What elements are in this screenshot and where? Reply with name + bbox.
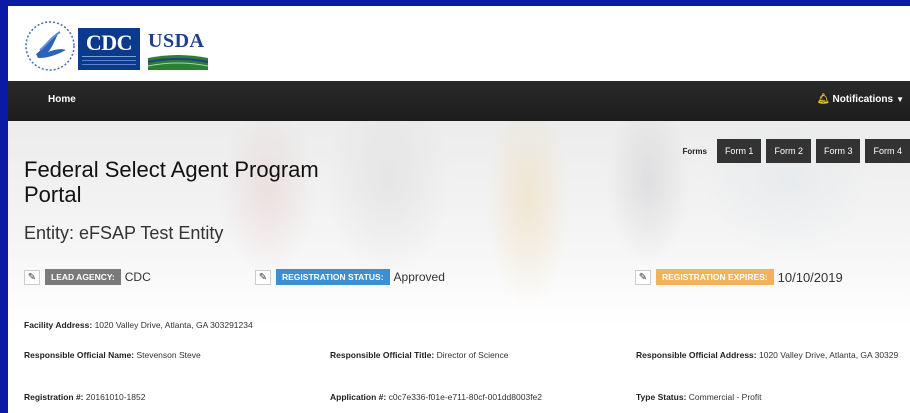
logo-bar: CDC USDA [8, 6, 910, 81]
lead-agency-row: ✎ LEAD AGENCY: CDC [24, 269, 151, 285]
forms-toolbar: Forms Form 1 Form 2 Form 3 Form 4 [682, 139, 910, 163]
facility-address-value: 1020 Valley Drive, Atlanta, GA 303291234 [94, 320, 253, 330]
facility-address-label: Facility Address: [24, 320, 93, 330]
cdc-logo-tagline [82, 56, 136, 67]
page-title: Federal Select Agent Program Portal [24, 157, 319, 207]
hero-section: Forms Form 1 Form 2 Form 3 Form 4 Federa… [8, 121, 910, 413]
edit-registration-status-pencil-icon[interactable]: ✎ [255, 269, 271, 285]
cdc-logo[interactable]: CDC [78, 28, 140, 70]
nav-home-link[interactable]: Home [48, 94, 76, 105]
ro-title-label: Responsible Official Title: [330, 350, 435, 360]
usda-field-icon [148, 55, 208, 70]
ro-address-field: Responsible Official Address: 1020 Valle… [636, 349, 906, 361]
usda-logo[interactable]: USDA [148, 30, 208, 70]
hhs-eagle-seal-icon [25, 21, 75, 71]
application-number-label: Application #: [330, 392, 387, 402]
type-status-label: Type Status: [636, 392, 687, 402]
registration-number-label: Registration #: [24, 392, 84, 402]
form-4-button[interactable]: Form 4 [865, 139, 910, 163]
type-status-value: Commercial - Profit [688, 392, 762, 402]
ro-address-value: 1020 Valley Drive, Atlanta, GA 30329 [758, 350, 899, 360]
forms-label: Forms [682, 146, 707, 156]
ro-title-value: Director of Science [436, 350, 509, 360]
notifications-dropdown[interactable]: 🔔︎ Notifications ▼ [817, 94, 904, 105]
lead-agency-badge: LEAD AGENCY: [45, 269, 121, 285]
facility-address-field: Facility Address: 1020 Valley Drive, Atl… [24, 319, 253, 331]
bell-icon: 🔔︎ [816, 94, 830, 105]
lead-agency-value: CDC [124, 270, 151, 284]
registration-number-value: 20161010-1852 [85, 392, 146, 402]
top-navbar: Home 🔔︎ Notifications ▼ [8, 81, 910, 121]
cdc-logo-text: CDC [85, 30, 133, 55]
type-status-field: Type Status: Commercial - Profit [636, 391, 762, 403]
edit-registration-expires-pencil-icon[interactable]: ✎ [635, 269, 651, 285]
chevron-down-icon: ▼ [896, 95, 904, 104]
form-3-button[interactable]: Form 3 [815, 139, 861, 163]
entity-heading: Entity: eFSAP Test Entity [24, 223, 224, 243]
portal-window: CDC USDA Home 🔔︎ Notifications ▼ Forms For… [8, 6, 910, 413]
registration-number-field: Registration #: 20161010-1852 [24, 391, 145, 403]
registration-status-badge: REGISTRATION STATUS: [276, 269, 390, 285]
registration-status-row: ✎ REGISTRATION STATUS: Approved [255, 269, 445, 285]
ro-name-label: Responsible Official Name: [24, 350, 135, 360]
ro-title-field: Responsible Official Title: Director of … [330, 349, 508, 361]
notifications-label: Notifications [832, 94, 894, 105]
form-1-button[interactable]: Form 1 [716, 139, 762, 163]
form-2-button[interactable]: Form 2 [766, 139, 811, 163]
registration-status-value: Approved [393, 270, 445, 284]
ro-name-field: Responsible Official Name: Stevenson Ste… [24, 349, 201, 361]
application-number-value: c0c7e336-f01e-e711-80cf-001dd8003fe2 [388, 392, 543, 402]
edit-lead-agency-pencil-icon[interactable]: ✎ [24, 269, 40, 285]
ro-address-label: Responsible Official Address: [636, 350, 757, 360]
registration-expires-row: ✎ REGISTRATION EXPIRES: 10/10/2019 [635, 269, 843, 285]
registration-expires-value: 10/10/2019 [777, 269, 843, 285]
ro-name-value: Stevenson Steve [136, 350, 201, 360]
application-number-field: Application #: c0c7e336-f01e-e711-80cf-0… [330, 391, 542, 403]
usda-logo-text: USDA [148, 30, 205, 52]
registration-expires-badge: REGISTRATION EXPIRES: [656, 269, 774, 285]
